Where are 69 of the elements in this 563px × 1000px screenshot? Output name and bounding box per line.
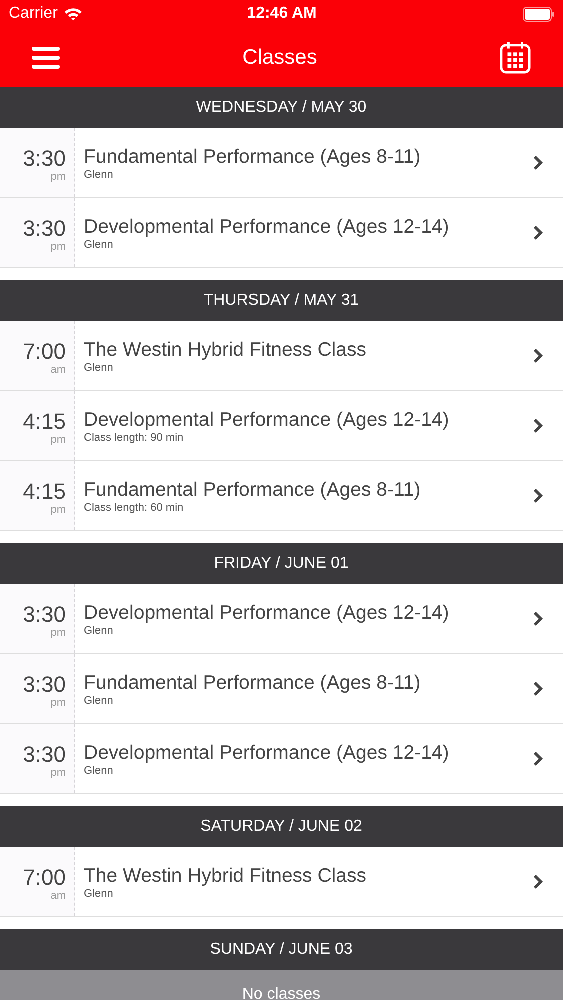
class-time: 3:30: [23, 147, 66, 171]
day-heading: THURSDAY / MAY 31: [0, 280, 563, 321]
chevron-icon: [533, 681, 543, 697]
class-detail: Glenn: [84, 625, 114, 637]
class-time: 7:00: [23, 866, 66, 890]
time-period: pm: [50, 504, 66, 516]
class-detail: Glenn: [84, 695, 114, 707]
carrier-name: Carrier: [9, 5, 58, 23]
day-heading: SUNDAY / JUNE 03: [0, 929, 563, 970]
class-time: 4:15: [23, 410, 66, 434]
day-heading: WEDNESDAY / MAY 30: [0, 87, 563, 128]
class-detail: Glenn: [84, 169, 114, 181]
class-name: Developmental Performance (Ages 12-14): [84, 601, 450, 625]
class-detail: Glenn: [84, 239, 114, 251]
chevron-icon: [533, 225, 543, 241]
chevron-icon: [533, 611, 543, 627]
menu-button[interactable]: [32, 46, 60, 68]
class-detail: Glenn: [84, 362, 114, 374]
class-detail: Glenn: [84, 765, 114, 777]
class-row[interactable]: 3:30 pm Developmental Performance (Ages 12-14) Glenn: [0, 198, 563, 268]
class-name: The Westin Hybrid Fitness Class: [84, 864, 368, 888]
class-name: Fundamental Performance (Ages 8-11): [84, 671, 422, 695]
chevron-icon: [533, 751, 543, 767]
screen-title: Classes: [242, 46, 318, 70]
chevron-icon: [533, 874, 543, 890]
calendar-icon: [500, 41, 531, 74]
time-period: pm: [50, 767, 66, 779]
class-row[interactable]: 7:00 am The Westin Hybrid Fitness Class Glenn: [0, 847, 563, 917]
class-name: Developmental Performance (Ages 12-14): [84, 408, 450, 432]
class-row[interactable]: 3:30 pm Developmental Performance (Ages 12-14) Glenn: [0, 724, 563, 794]
class-row[interactable]: 4:15 pm Fundamental Performance (Ages 8-11) Class length: 60 min: [0, 461, 563, 531]
class-name: Fundamental Performance (Ages 8-11): [84, 145, 422, 169]
class-row[interactable]: 3:30 pm Fundamental Performance (Ages 8-11) Glenn: [0, 128, 563, 198]
class-time: 3:30: [23, 603, 66, 627]
battery-icon: [523, 6, 555, 22]
class-detail: Class length: 60 min: [84, 502, 185, 514]
class-detail: Glenn: [84, 888, 114, 900]
chevron-icon: [533, 348, 543, 364]
time-period: am: [50, 364, 66, 376]
class-time: 3:30: [23, 743, 66, 767]
class-time: 3:30: [23, 673, 66, 697]
class-name: The Westin Hybrid Fitness Class: [84, 338, 368, 362]
day-heading: FRIDAY / JUNE 01: [0, 543, 563, 584]
wifi-icon: [64, 7, 83, 21]
class-name: Developmental Performance (Ages 12-14): [84, 215, 450, 239]
time-period: pm: [50, 697, 66, 709]
empty-message: No classes: [0, 970, 563, 1000]
chevron-icon: [533, 488, 543, 504]
calendar-button[interactable]: [500, 41, 531, 74]
menu-icon: [32, 46, 60, 68]
status-time: 12:46 AM: [247, 5, 317, 23]
time-period: pm: [50, 171, 66, 183]
class-row[interactable]: 3:30 pm Developmental Performance (Ages 12-14) Glenn: [0, 584, 563, 654]
class-row[interactable]: 7:00 am The Westin Hybrid Fitness Class Glenn: [0, 321, 563, 391]
class-time: 3:30: [23, 217, 66, 241]
chevron-icon: [533, 155, 543, 171]
time-period: pm: [50, 627, 66, 639]
class-name: Fundamental Performance (Ages 8-11): [84, 478, 422, 502]
time-period: pm: [50, 434, 66, 446]
class-row[interactable]: 3:30 pm Fundamental Performance (Ages 8-11) Glenn: [0, 654, 563, 724]
time-period: am: [50, 890, 66, 902]
class-time: 4:15: [23, 480, 66, 504]
class-detail: Class length: 90 min: [84, 432, 185, 444]
chevron-icon: [533, 418, 543, 434]
day-heading: SATURDAY / JUNE 02: [0, 806, 563, 847]
class-row[interactable]: 4:15 pm Developmental Performance (Ages 12-14) Class length: 90 min: [0, 391, 563, 461]
class-time: 7:00: [23, 340, 66, 364]
time-period: pm: [50, 241, 66, 253]
class-name: Developmental Performance (Ages 12-14): [84, 741, 450, 765]
